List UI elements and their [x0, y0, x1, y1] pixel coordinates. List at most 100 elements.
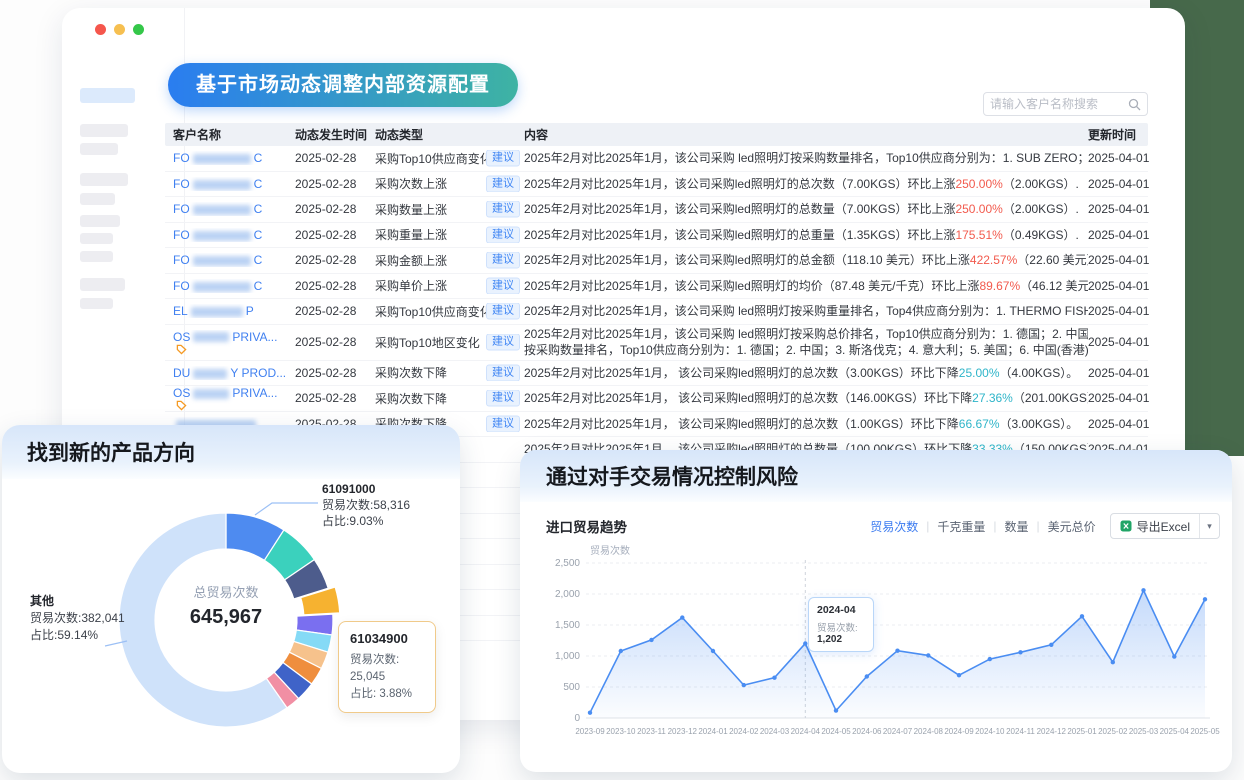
svg-text:2025-01: 2025-01: [1067, 727, 1097, 736]
donut-callout-61091000: 61091000 贸易次数:58,316 占比:9.03%: [322, 481, 410, 529]
data-point[interactable]: [619, 649, 623, 653]
suggestion-badge[interactable]: 建议: [486, 226, 520, 243]
suggestion-badge[interactable]: 建议: [486, 390, 520, 407]
event-date: 2025-02-28: [295, 202, 375, 216]
tag-icon: [176, 400, 187, 411]
svg-text:2024-04: 2024-04: [791, 727, 821, 736]
data-point[interactable]: [1172, 654, 1176, 658]
column-header: 内容: [522, 127, 1088, 143]
donut-tooltip-61034900: 61034900 贸易次数: 25,045 占比: 3.88%: [338, 621, 436, 713]
svg-text:2,000: 2,000: [555, 589, 580, 600]
customer-name-link[interactable]: ELP: [165, 304, 295, 318]
update-date: 2025-04-01: [1088, 304, 1148, 318]
data-point[interactable]: [588, 711, 592, 715]
sidebar-skeleton-bar: [80, 143, 118, 155]
column-header: 动态发生时间: [295, 126, 375, 143]
event-content: 2025年2月对比2025年1月，该公司采购 led照明灯按采购总价排名，Top…: [522, 326, 1088, 358]
event-type: 采购重量上涨建议: [375, 226, 522, 243]
data-point[interactable]: [803, 641, 807, 645]
svg-text:2024-07: 2024-07: [883, 727, 913, 736]
suggestion-badge[interactable]: 建议: [486, 277, 520, 294]
data-point[interactable]: [834, 708, 838, 712]
update-date: 2025-04-01: [1088, 202, 1148, 216]
svg-text:2025-02: 2025-02: [1098, 727, 1128, 736]
data-point[interactable]: [1141, 588, 1145, 592]
suggestion-badge[interactable]: 建议: [486, 201, 520, 218]
svg-text:2024-08: 2024-08: [914, 727, 944, 736]
suggestion-badge[interactable]: 建议: [486, 334, 520, 351]
customer-name-link[interactable]: FOC: [165, 253, 295, 267]
sidebar-skeleton-bar: [80, 124, 128, 137]
trend-svg: 05001,0001,5002,0002,500 贸易次数 2023-09202…: [520, 450, 1232, 772]
column-header: 动态类型: [375, 126, 522, 143]
event-date: 2025-02-28: [295, 253, 375, 267]
data-point[interactable]: [1203, 597, 1207, 601]
data-point[interactable]: [772, 676, 776, 680]
customer-name-link[interactable]: DUY PROD...: [165, 366, 295, 380]
customer-name-link[interactable]: FOC: [165, 177, 295, 191]
search-input[interactable]: [990, 97, 1128, 111]
event-content: 2025年2月对比2025年1月， 该公司采购led照明灯的总次数（146.00…: [522, 390, 1088, 406]
data-point[interactable]: [1018, 650, 1022, 654]
blurred-name: [193, 369, 227, 379]
blurred-name: [193, 205, 251, 215]
event-date: 2025-02-28: [295, 335, 375, 349]
search-icon[interactable]: [1128, 98, 1141, 111]
data-point[interactable]: [895, 649, 899, 653]
donut-center-total: 总贸易次数 645,967: [146, 582, 306, 629]
svg-text:1,000: 1,000: [555, 651, 580, 662]
customer-name-link[interactable]: FOC: [165, 228, 295, 242]
suggestion-badge[interactable]: 建议: [486, 175, 520, 192]
data-point[interactable]: [1080, 614, 1084, 618]
suggestion-badge[interactable]: 建议: [486, 150, 520, 167]
data-point[interactable]: [742, 683, 746, 687]
suggestion-badge[interactable]: 建议: [486, 252, 520, 269]
sidebar-skeleton-bar: [80, 173, 128, 186]
customer-name-link[interactable]: OSPRIVA...: [165, 386, 295, 411]
update-date: 2025-04-01: [1088, 151, 1148, 165]
svg-text:2023-10: 2023-10: [606, 727, 636, 736]
customer-name-link[interactable]: FOC: [165, 202, 295, 216]
event-type: 采购数量上涨建议: [375, 201, 522, 218]
sidebar-skeleton-bar: [80, 298, 113, 309]
data-point[interactable]: [1049, 643, 1053, 647]
data-point[interactable]: [1111, 660, 1115, 664]
sidebar-skeleton-bar: [80, 278, 125, 291]
data-point[interactable]: [988, 657, 992, 661]
table-row: FOC2025-02-28采购重量上涨建议2025年2月对比2025年1月，该公…: [165, 223, 1148, 249]
customer-name-link[interactable]: FOC: [165, 151, 295, 165]
svg-text:500: 500: [563, 682, 580, 693]
svg-text:2024-10: 2024-10: [975, 727, 1005, 736]
suggestion-badge[interactable]: 建议: [486, 364, 520, 381]
svg-text:2024-05: 2024-05: [821, 727, 851, 736]
data-point[interactable]: [957, 673, 961, 677]
svg-text:2024-03: 2024-03: [760, 727, 790, 736]
event-date: 2025-02-28: [295, 151, 375, 165]
svg-text:2025-04: 2025-04: [1160, 727, 1190, 736]
blurred-name: [193, 180, 251, 190]
svg-text:2024-06: 2024-06: [852, 727, 882, 736]
update-date: 2025-04-01: [1088, 228, 1148, 242]
svg-text:2024-12: 2024-12: [1037, 727, 1067, 736]
table-row: DUY PROD...2025-02-28采购次数下降建议2025年2月对比20…: [165, 361, 1148, 387]
data-point[interactable]: [680, 615, 684, 619]
event-type: 采购次数下降建议: [375, 390, 522, 407]
customer-name-link[interactable]: FOC: [165, 279, 295, 293]
blurred-name: [193, 389, 229, 399]
risk-panel: 通过对手交易情况控制风险 进口贸易趋势 贸易次数|千克重量|数量|美元总价 导出…: [520, 450, 1232, 772]
data-point[interactable]: [865, 674, 869, 678]
suggestion-badge[interactable]: 建议: [486, 415, 520, 432]
data-point[interactable]: [711, 649, 715, 653]
event-date: 2025-02-28: [295, 228, 375, 242]
event-content: 2025年2月对比2025年1月，该公司采购led照明灯的均价（87.48 美元…: [522, 278, 1088, 294]
customer-name-link[interactable]: OSPRIVA...: [165, 330, 295, 355]
data-point[interactable]: [926, 653, 930, 657]
y-axis-title: 贸易次数: [590, 544, 630, 557]
suggestion-badge[interactable]: 建议: [486, 303, 520, 320]
svg-text:0: 0: [574, 713, 580, 724]
svg-text:2025-03: 2025-03: [1129, 727, 1159, 736]
table-row: ELP2025-02-28采购Top10供应商变化建议2025年2月对比2025…: [165, 299, 1148, 325]
update-date: 2025-04-01: [1088, 177, 1148, 191]
svg-text:2024-11: 2024-11: [1006, 727, 1035, 736]
data-point[interactable]: [649, 638, 653, 642]
